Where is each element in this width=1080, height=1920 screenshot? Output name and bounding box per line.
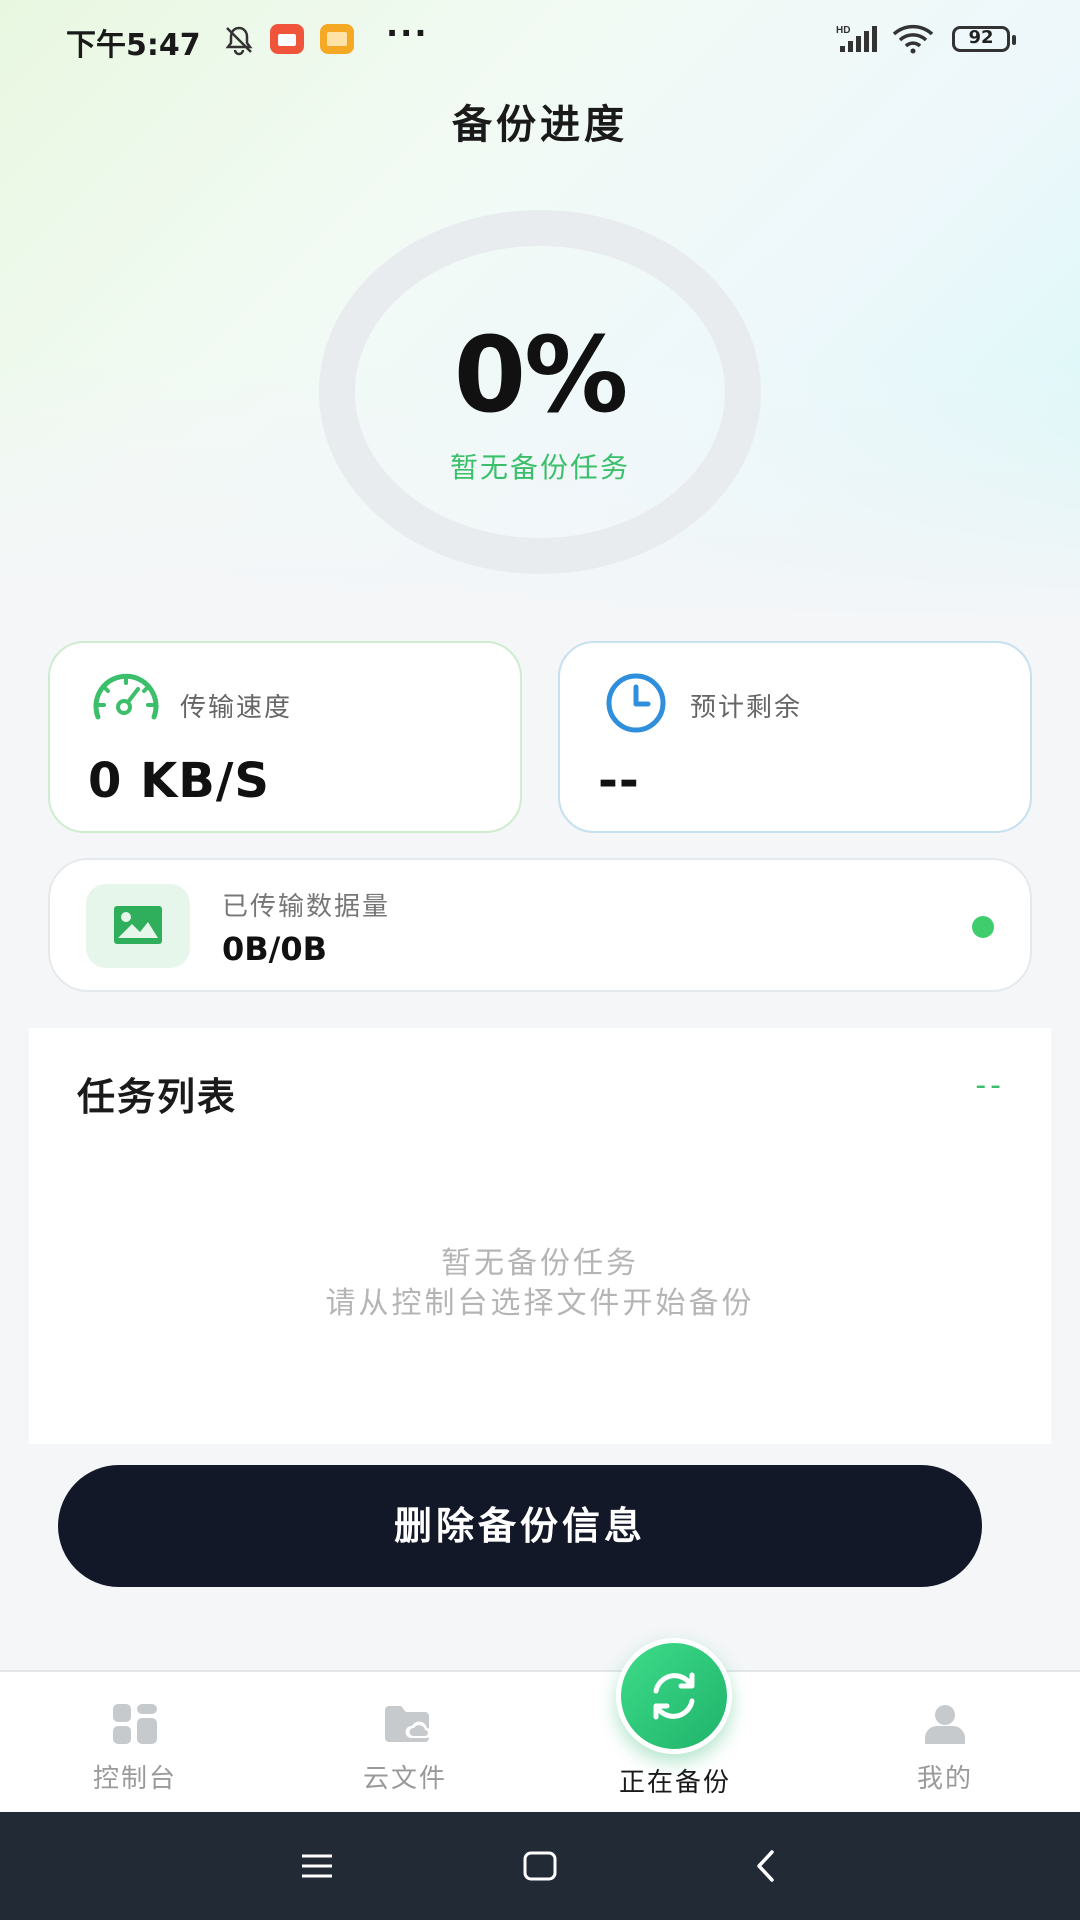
app-notification-icon	[270, 24, 304, 54]
wifi-icon	[892, 24, 936, 58]
bottom-tab-bar: 控制台 云文件 正在备份 我的	[0, 1670, 1080, 1814]
sync-backup-fab[interactable]	[616, 1638, 732, 1754]
status-dot	[972, 916, 994, 938]
transferred-data-card: 已传输数据量 0B/0B	[48, 858, 1032, 992]
svg-text:HD: HD	[836, 25, 850, 36]
image-icon	[86, 884, 190, 968]
sync-icon	[653, 1672, 695, 1720]
tab-backing-up-label: 正在备份	[618, 1768, 731, 1798]
transfer-speed-card: 传输速度 0 KB/S	[48, 641, 522, 833]
time-remaining-label: 预计剩余	[690, 693, 803, 723]
system-navigation-bar	[0, 1812, 1080, 1920]
back-icon[interactable]	[754, 1842, 778, 1894]
task-list-count: --	[975, 1068, 1005, 1103]
tab-cloud-files-label: 云文件	[362, 1764, 447, 1794]
status-bar: 下午5:47 ··· HD 92	[0, 0, 1080, 78]
battery-icon: 92	[952, 26, 1016, 52]
time-remaining-card: 预计剩余 --	[558, 641, 1032, 833]
task-list-panel: 任务列表 -- 暂无备份任务 请从控制台选择文件开始备份	[29, 1028, 1051, 1444]
time-remaining-value: --	[598, 753, 640, 809]
transfer-speed-label: 传输速度	[180, 693, 293, 723]
battery-level: 92	[968, 27, 994, 48]
transferred-data-value: 0B/0B	[222, 930, 327, 968]
progress-ring: 0% 暂无备份任务	[318, 210, 762, 574]
tab-dashboard[interactable]: 控制台	[0, 1672, 270, 1814]
tab-profile[interactable]: 我的	[810, 1672, 1080, 1814]
page-title: 备份进度	[452, 102, 628, 148]
gallery-notification-icon	[320, 24, 354, 54]
task-list-empty-hint: 请从控制台选择文件开始备份	[325, 1286, 755, 1321]
cloud-folder-icon	[383, 1704, 432, 1748]
delete-backup-info-button[interactable]: 删除备份信息	[58, 1465, 982, 1587]
task-list-empty-message: 暂无备份任务	[441, 1246, 639, 1281]
progress-status: 暂无备份任务	[449, 451, 630, 484]
mute-bell-icon	[222, 24, 256, 60]
clock-icon	[598, 667, 674, 737]
tab-cloud-files[interactable]: 云文件	[270, 1672, 540, 1814]
status-time: 下午5:47	[66, 28, 201, 63]
tab-profile-label: 我的	[916, 1764, 973, 1794]
transferred-data-label: 已传输数据量	[222, 892, 391, 922]
task-list-title: 任务列表	[77, 1075, 238, 1119]
dashboard-icon	[113, 1704, 157, 1748]
tab-dashboard-label: 控制台	[92, 1764, 177, 1794]
more-dots-icon: ···	[386, 14, 429, 52]
profile-icon	[923, 1704, 967, 1748]
home-icon[interactable]	[522, 1842, 558, 1894]
transfer-speed-value: 0 KB/S	[88, 753, 270, 809]
progress-percent: 0%	[453, 314, 629, 436]
hd-signal-icon: HD	[836, 24, 882, 58]
menu-icon[interactable]	[300, 1842, 334, 1894]
speedometer-icon	[88, 667, 164, 731]
